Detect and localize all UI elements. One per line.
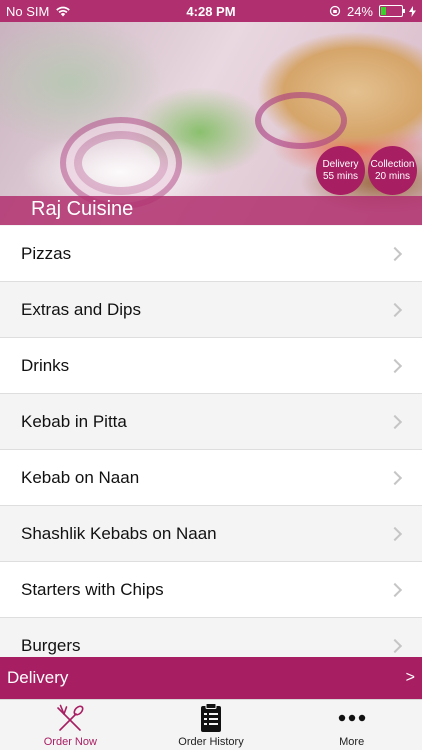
tab-order-history[interactable]: Order History bbox=[141, 700, 282, 750]
menu-category-label: Extras and Dips bbox=[21, 299, 141, 319]
menu-category-label: Kebab in Pitta bbox=[21, 411, 127, 431]
menu-category-label: Pizzas bbox=[21, 243, 72, 263]
status-right: 24% bbox=[329, 4, 416, 19]
battery-icon bbox=[379, 5, 405, 17]
status-bar: No SIM 4:28 PM 24% bbox=[0, 0, 422, 22]
collection-badge-label: Collection bbox=[370, 158, 415, 170]
menu-category-kebab-in-pitta[interactable]: Kebab in Pitta bbox=[0, 394, 422, 450]
tab-order-now[interactable]: Order Now bbox=[0, 700, 141, 750]
menu-category-label: Drinks bbox=[21, 355, 70, 375]
menu-category-label: Starters with Chips bbox=[21, 579, 164, 599]
menu-category-pizzas[interactable]: Pizzas bbox=[0, 226, 422, 282]
tab-more[interactable]: More bbox=[281, 700, 422, 750]
menu-category-kebab-on-naan[interactable]: Kebab on Naan bbox=[0, 450, 422, 506]
menu-category-label: Kebab on Naan bbox=[21, 467, 140, 487]
clipboard-icon bbox=[200, 702, 222, 734]
charging-icon bbox=[409, 5, 416, 17]
tab-order-now-label: Order Now bbox=[43, 736, 97, 748]
menu-category-label: Shashlik Kebabs on Naan bbox=[21, 523, 217, 543]
menu-category-list[interactable]: Pizzas Extras and Dips Drinks Kebab in P… bbox=[0, 226, 422, 657]
battery-percent: 24% bbox=[346, 3, 373, 19]
collection-time-badge: Collection 20 mins bbox=[368, 146, 417, 195]
menu-category-label: Burgers bbox=[21, 635, 81, 655]
menu-category-shashlik-kebabs-on-naan[interactable]: Shashlik Kebabs on Naan bbox=[0, 506, 422, 562]
orientation-lock-icon bbox=[329, 5, 341, 17]
cutlery-icon bbox=[54, 702, 86, 734]
status-left: No SIM bbox=[6, 4, 71, 19]
tab-more-label: More bbox=[339, 736, 365, 748]
delivery-badge-label: Delivery bbox=[322, 158, 359, 170]
more-dots-icon bbox=[338, 702, 366, 734]
menu-category-extras-and-dips[interactable]: Extras and Dips bbox=[0, 282, 422, 338]
tab-bar: Order Now Order History More bbox=[0, 699, 422, 750]
carrier-label: No SIM bbox=[6, 3, 50, 19]
delivery-time-badge: Delivery 55 mins bbox=[316, 146, 365, 195]
menu-category-burgers[interactable]: Burgers bbox=[0, 618, 422, 657]
delivery-badge-time: 55 mins bbox=[322, 170, 358, 182]
restaurant-name: Raj Cuisine bbox=[31, 198, 134, 220]
wifi-icon bbox=[56, 6, 71, 17]
restaurant-hero-image: Raj Cuisine bbox=[0, 22, 422, 225]
menu-category-starters-with-chips[interactable]: Starters with Chips bbox=[0, 562, 422, 618]
collection-badge-time: 20 mins bbox=[374, 170, 410, 182]
order-type-arrow: > bbox=[405, 669, 415, 686]
tab-order-history-label: Order History bbox=[178, 736, 244, 748]
order-type-label: Delivery bbox=[7, 668, 69, 687]
order-type-bar[interactable]: Delivery > bbox=[0, 657, 422, 699]
menu-category-drinks[interactable]: Drinks bbox=[0, 338, 422, 394]
